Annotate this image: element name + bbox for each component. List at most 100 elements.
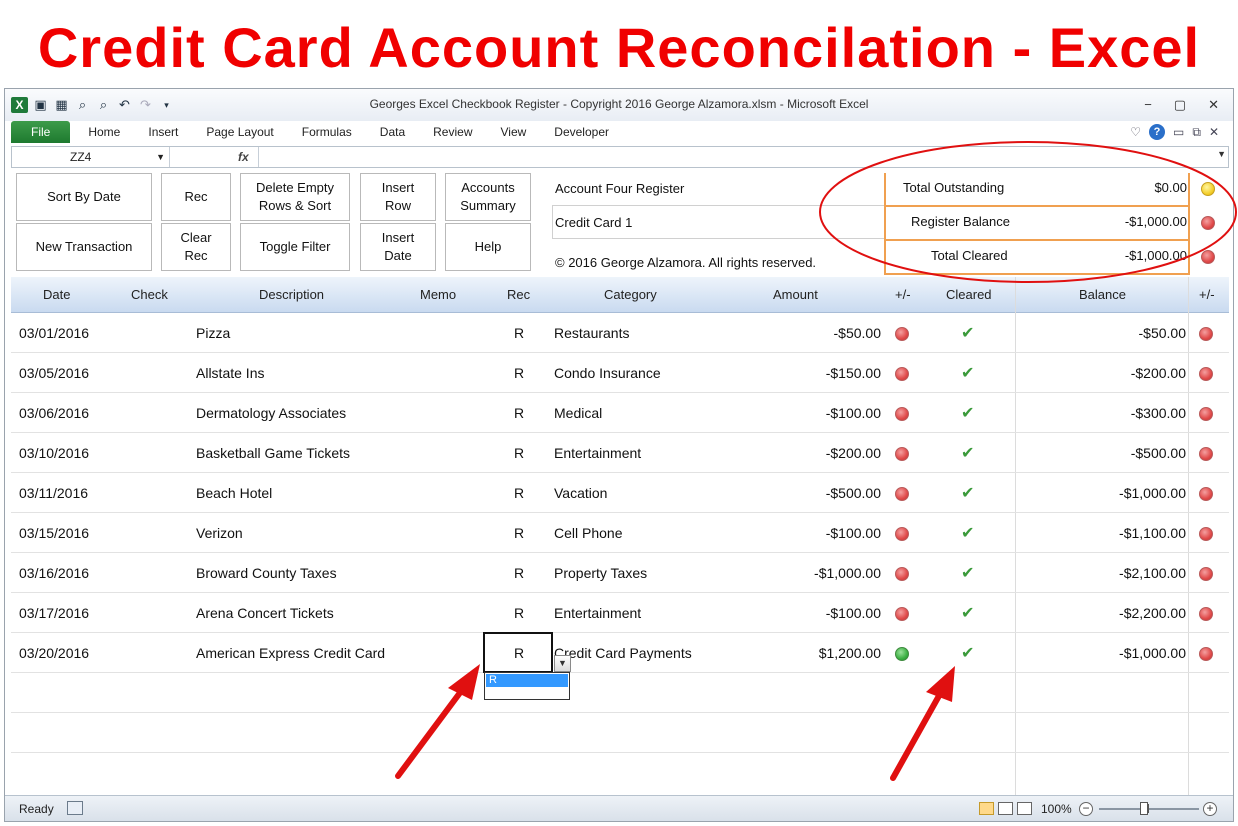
minimize-icon[interactable]: − (1144, 97, 1152, 113)
row-rec[interactable]: R (514, 553, 524, 593)
table-row[interactable]: 03/01/2016 Pizza R Restaurants -$50.00 ✔… (11, 313, 1229, 353)
close-icon[interactable]: ✕ (1208, 97, 1219, 113)
row-cleared-check-icon: ✔ (961, 565, 975, 582)
table-row-empty[interactable] (11, 753, 1229, 795)
table-row[interactable]: 03/10/2016 Basketball Game Tickets R Ent… (11, 433, 1229, 473)
row-cleared-check-icon: ✔ (961, 445, 975, 462)
toggle-filter-button[interactable]: Toggle Filter (240, 223, 350, 271)
workbook-restore-icon[interactable]: ⧉ (1192, 125, 1201, 140)
row-amount-status-icon (895, 313, 909, 353)
tab-insert[interactable]: Insert (134, 121, 192, 143)
table-row[interactable]: 03/05/2016 Allstate Ins R Condo Insuranc… (11, 353, 1229, 393)
col-amount[interactable]: Amount (773, 277, 818, 313)
col-balance-status[interactable]: +/- (1199, 277, 1215, 313)
row-balance: -$1,100.00 (1119, 525, 1186, 541)
name-box[interactable]: ZZ4 ▼ (12, 147, 170, 167)
table-row[interactable]: 03/20/2016 American Express Credit Card … (11, 633, 1229, 673)
row-category: Entertainment (554, 445, 642, 461)
table-row-empty[interactable] (11, 713, 1229, 753)
col-description[interactable]: Description (259, 277, 324, 313)
register-balance-value: -$1,000.00 (1124, 214, 1187, 229)
col-amount-status[interactable]: +/- (895, 277, 911, 313)
zoom-level[interactable]: 100% (1041, 796, 1072, 822)
rec-button[interactable]: Rec (161, 173, 231, 221)
row-description: Verizon (196, 525, 243, 541)
row-amount: -$1,000.00 (814, 565, 881, 581)
macro-record-icon[interactable] (67, 801, 83, 815)
workbook-minimize-icon[interactable]: ▭ (1173, 125, 1184, 139)
row-rec[interactable]: R (514, 593, 524, 633)
row-rec[interactable]: R (514, 473, 524, 513)
row-rec[interactable]: R (514, 313, 524, 353)
col-category[interactable]: Category (604, 277, 657, 313)
tab-data[interactable]: Data (366, 121, 419, 143)
total-outstanding-status-icon (1201, 171, 1215, 205)
table-row-empty[interactable] (11, 673, 1229, 713)
workbook-close-icon[interactable]: ✕ (1209, 125, 1219, 139)
table-row[interactable]: 03/06/2016 Dermatology Associates R Medi… (11, 393, 1229, 433)
rec-dropdown-button[interactable]: ▼ (554, 655, 571, 672)
table-row[interactable]: 03/11/2016 Beach Hotel R Vacation -$500.… (11, 473, 1229, 513)
status-bar: Ready 100% − + (5, 795, 1233, 821)
normal-view-icon[interactable] (979, 802, 994, 815)
clear-rec-button[interactable]: Clear Rec (161, 223, 231, 271)
table-row[interactable]: 03/17/2016 Arena Concert Tickets R Enter… (11, 593, 1229, 633)
row-balance-status-icon (1199, 473, 1213, 513)
copyright-text: © 2016 George Alzamora. All rights reser… (555, 255, 817, 270)
restore-icon[interactable]: ▢ (1174, 97, 1186, 113)
tab-review[interactable]: Review (419, 121, 486, 143)
insert-row-button[interactable]: Insert Row (360, 173, 436, 221)
zoom-slider-thumb[interactable] (1140, 802, 1148, 815)
formula-separator (258, 147, 259, 167)
row-rec[interactable]: R (514, 353, 524, 393)
help-icon[interactable]: ? (1149, 124, 1166, 140)
col-check[interactable]: Check (131, 277, 168, 313)
ribbon-collapse-icon[interactable]: ♡ (1130, 125, 1141, 139)
row-rec[interactable]: R (514, 513, 524, 553)
row-amount-status-icon (895, 353, 909, 393)
register-balance-status-icon (1201, 205, 1215, 239)
table-row[interactable]: 03/15/2016 Verizon R Cell Phone -$100.00… (11, 513, 1229, 553)
tab-file[interactable]: File (11, 121, 71, 143)
col-cleared[interactable]: Cleared (946, 277, 992, 313)
insert-function-icon[interactable]: fx (238, 147, 249, 167)
selected-rec-cell[interactable] (483, 632, 553, 673)
zoom-in-icon[interactable]: + (1203, 802, 1217, 816)
rec-dropdown-option[interactable]: R (486, 674, 568, 687)
col-date[interactable]: Date (43, 277, 70, 313)
headline-title: Credit Card Account Reconcilation - Exce… (37, 16, 1201, 79)
tab-home[interactable]: Home (74, 121, 134, 143)
tab-developer[interactable]: Developer (540, 121, 623, 143)
total-outstanding-label: Total Outstanding (903, 180, 1005, 195)
row-amount: -$50.00 (833, 325, 881, 341)
row-balance-status-icon (1199, 633, 1213, 673)
tab-view[interactable]: View (487, 121, 541, 143)
row-rec[interactable]: R (514, 393, 524, 433)
insert-date-button[interactable]: Insert Date (360, 223, 436, 271)
col-balance[interactable]: Balance (1079, 277, 1126, 313)
page-layout-view-icon[interactable] (998, 802, 1013, 815)
row-balance: -$300.00 (1130, 405, 1186, 421)
row-rec[interactable]: R (514, 433, 524, 473)
summary-border-mid (1188, 173, 1190, 275)
col-memo[interactable]: Memo (420, 277, 456, 313)
table-row[interactable]: 03/16/2016 Broward County Taxes R Proper… (11, 553, 1229, 593)
sort-by-date-button[interactable]: Sort By Date (16, 173, 152, 221)
delete-empty-rows-button[interactable]: Delete Empty Rows & Sort (240, 173, 350, 221)
accounts-summary-button[interactable]: Accounts Summary (445, 173, 531, 221)
chevron-down-icon[interactable]: ▼ (156, 147, 165, 167)
tab-page-layout[interactable]: Page Layout (192, 121, 287, 143)
page-break-view-icon[interactable] (1017, 802, 1032, 815)
zoom-slider-track[interactable] (1099, 808, 1199, 810)
col-rec[interactable]: Rec (507, 277, 530, 313)
help-button[interactable]: Help (445, 223, 531, 271)
row-description: Arena Concert Tickets (196, 605, 334, 621)
expand-formula-bar-icon[interactable]: ▼ (1217, 149, 1226, 159)
row-description: Pizza (196, 325, 231, 341)
row-description: Beach Hotel (196, 485, 273, 501)
tab-formulas[interactable]: Formulas (288, 121, 366, 143)
row-date: 03/05/2016 (19, 365, 90, 381)
zoom-out-icon[interactable]: − (1079, 802, 1093, 816)
row-date: 03/16/2016 (19, 565, 90, 581)
new-transaction-button[interactable]: New Transaction (16, 223, 152, 271)
